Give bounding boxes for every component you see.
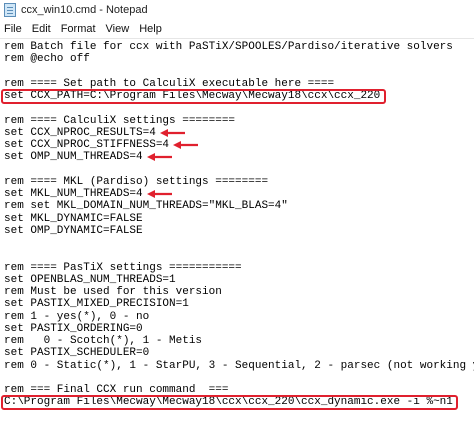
- menu-help[interactable]: Help: [135, 23, 168, 35]
- menu-format[interactable]: Format: [57, 23, 102, 35]
- editor-line: rem set MKL_DOMAIN_NUM_THREADS="MKL_BLAS…: [4, 200, 288, 213]
- menu-view[interactable]: View: [102, 23, 136, 35]
- red-arrow-icon: [159, 128, 185, 137]
- editor-line: rem ==== PasTiX settings ===========: [4, 261, 242, 274]
- editor-line: set CCX_PATH=C:\Program Files\Mecway\Mec…: [4, 90, 381, 102]
- menu-file[interactable]: File: [0, 23, 28, 35]
- editor-line: set CCX_NPROC_RESULTS=4: [4, 126, 156, 139]
- editor-line: set OMP_NUM_THREADS=4: [4, 151, 143, 164]
- editor-line: set PASTIX_SCHEDULER=0: [4, 347, 150, 360]
- menu-bar: File Edit Format View Help: [0, 20, 474, 38]
- editor-line: set PASTIX_MIXED_PRECISION=1: [4, 298, 189, 311]
- editor-line: rem 1 - yes(*), 0 - no: [4, 310, 150, 323]
- editor-line: rem ==== MKL (Pardiso) settings ========: [4, 175, 269, 188]
- red-arrow-icon: [146, 153, 172, 162]
- editor-line: rem 0 - Static(*), 1 - StarPU, 3 - Seque…: [4, 359, 474, 372]
- window-title: ccx_win10.cmd - Notepad: [21, 4, 148, 16]
- red-arrow-icon: [146, 190, 172, 198]
- red-arrow-icon: [173, 141, 198, 149]
- notepad-app-icon: [4, 3, 16, 17]
- editor-line: set PASTIX_ORDERING=0: [4, 322, 143, 335]
- menu-edit[interactable]: Edit: [28, 23, 57, 35]
- text-editor-area[interactable]: rem Batch file for ccx with PaSTiX/SPOOL…: [0, 38, 474, 432]
- editor-line: set OPENBLAS_NUM_THREADS=1: [4, 273, 176, 286]
- editor-line: rem Batch file for ccx with PaSTiX/SPOOL…: [4, 41, 453, 53]
- editor-line: C:\Program Files\Mecway\Mecway18\ccx\ccx…: [4, 396, 453, 409]
- editor-line: set OMP_DYNAMIC=FALSE: [4, 224, 143, 237]
- editor-line: rem @echo off: [4, 53, 90, 66]
- editor-line: rem Must be used for this version: [4, 286, 222, 298]
- editor-line: rem 0 - Scotch(*), 1 - Metis: [4, 335, 203, 347]
- editor-line: rem ==== CalculiX settings ========: [4, 114, 236, 127]
- editor-line: rem === Final CCX run command ===: [4, 384, 229, 396]
- editor-line: rem ==== Set path to CalculiX executable…: [4, 77, 335, 90]
- title-bar: ccx_win10.cmd - Notepad: [0, 0, 474, 20]
- editor-line: set MKL_NUM_THREADS=4: [4, 188, 143, 200]
- editor-line: set CCX_NPROC_STIFFNESS=4: [4, 139, 170, 151]
- editor-line: set MKL_DYNAMIC=FALSE: [4, 212, 143, 225]
